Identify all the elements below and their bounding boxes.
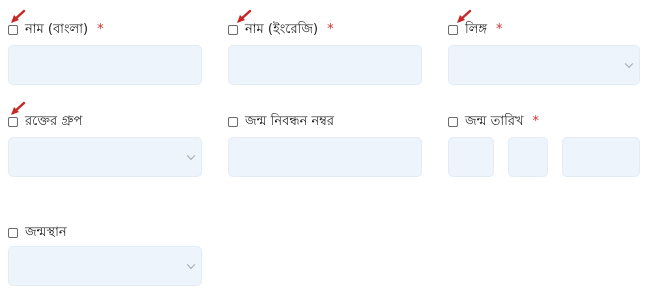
field-checkbox[interactable] bbox=[448, 25, 458, 35]
name-bangla-input[interactable] bbox=[8, 45, 202, 85]
field-label: নাম (ইংরেজি) bbox=[245, 22, 319, 37]
field-name-english: নাম (ইংরেজি) * bbox=[228, 9, 422, 87]
label-row: জন্ম নিবন্ধন নম্বর bbox=[228, 113, 334, 131]
field-blood-group: রক্তের গ্রুপ bbox=[8, 101, 202, 179]
field-label: জন্মস্থান bbox=[25, 225, 67, 240]
field-label: রক্তের গ্রুপ bbox=[25, 114, 83, 129]
dob-day-input[interactable] bbox=[448, 137, 494, 177]
field-label: জন্ম নিবন্ধন নম্বর bbox=[245, 114, 335, 129]
field-birthplace: জন্মস্থান bbox=[8, 224, 202, 290]
field-birth-registration: জন্ম নিবন্ধন নম্বর bbox=[228, 113, 422, 179]
field-checkbox[interactable] bbox=[8, 25, 18, 35]
required-asterisk: * bbox=[327, 22, 334, 37]
field-checkbox[interactable] bbox=[228, 25, 238, 35]
required-asterisk: * bbox=[532, 114, 540, 129]
name-english-input[interactable] bbox=[228, 45, 422, 85]
form-area: নাম (বাংলা) * নাম (ইংরেজি) * লিঙ্গ * রক্… bbox=[0, 0, 650, 297]
chevron-down-icon bbox=[624, 59, 634, 69]
label-row: নাম (বাংলা) * bbox=[8, 21, 104, 39]
field-checkbox[interactable] bbox=[8, 228, 18, 238]
field-label: জন্ম তারিখ bbox=[465, 114, 524, 129]
field-name-bangla: নাম (বাংলা) * bbox=[8, 9, 202, 87]
dob-month-input[interactable] bbox=[508, 137, 548, 177]
field-gender: লিঙ্গ * bbox=[448, 9, 642, 87]
blood-group-select[interactable] bbox=[8, 137, 202, 177]
field-label: নাম (বাংলা) bbox=[25, 22, 89, 37]
label-row: নাম (ইংরেজি) * bbox=[228, 21, 334, 39]
chevron-down-icon bbox=[186, 151, 196, 161]
dob-year-input[interactable] bbox=[562, 137, 640, 177]
field-date-of-birth: জন্ম তারিখ * bbox=[448, 113, 642, 179]
field-checkbox[interactable] bbox=[448, 117, 458, 127]
required-asterisk: * bbox=[97, 22, 104, 37]
required-asterisk: * bbox=[496, 22, 503, 37]
field-checkbox[interactable] bbox=[8, 117, 18, 127]
birthplace-select[interactable] bbox=[8, 246, 202, 286]
chevron-down-icon bbox=[186, 260, 196, 270]
label-row: জন্ম তারিখ * bbox=[448, 113, 539, 131]
field-label: লিঙ্গ bbox=[465, 22, 488, 37]
label-row: রক্তের গ্রুপ bbox=[8, 113, 82, 131]
birth-registration-input[interactable] bbox=[228, 137, 422, 177]
gender-select[interactable] bbox=[448, 45, 640, 85]
field-checkbox[interactable] bbox=[228, 117, 238, 127]
label-row: লিঙ্গ * bbox=[448, 21, 503, 39]
label-row: জন্মস্থান bbox=[8, 224, 67, 242]
